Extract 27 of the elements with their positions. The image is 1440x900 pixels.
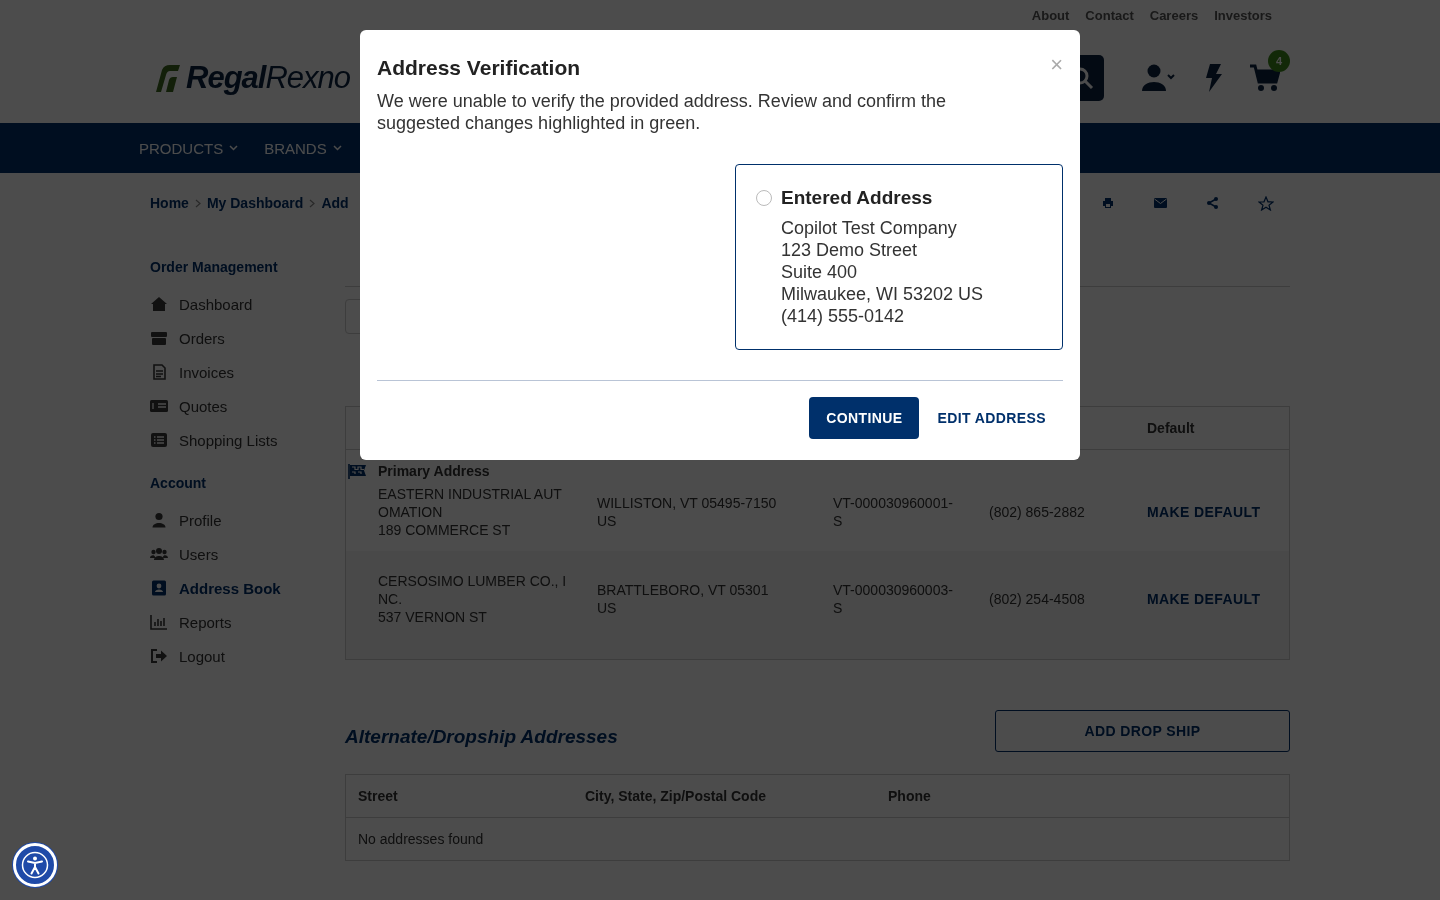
section-title: Alternate/Dropship Addresses: [345, 726, 618, 748]
phone-cell: (802) 865-2882: [989, 503, 1085, 520]
group-label: Primary Address: [378, 462, 490, 480]
close-button[interactable]: ×: [1050, 54, 1063, 76]
logo-text: RegalRexno: [186, 59, 351, 96]
city-cell: WILLISTON, VT 05495-7150 US: [597, 494, 777, 529]
city-cell: BRATTLEBORO, VT 05301 US: [597, 582, 769, 616]
edit-address-link[interactable]: EDIT ADDRESS: [937, 397, 1046, 439]
address-text: Copilot Test Company 123 Demo Street Suite 400 Milwaukee, WI 53202 US (414) 555-0142: [781, 217, 985, 327]
sidebar-heading: Order Management: [150, 259, 279, 275]
account-number-cell: VT-000030960001- S: [833, 494, 953, 529]
make-default-link[interactable]: MAKE DEFAULT: [1147, 503, 1261, 520]
address-option-card[interactable]: Entered Address Copilot Test Company 123 Demo Street Suite 400 Milwaukee, WI 53202 US (414) 555-0142: [735, 164, 1063, 350]
breadcrumb-link[interactable]: Add: [321, 195, 349, 211]
breadcrumb-link[interactable]: My Dashboard: [206, 195, 304, 211]
street-cell: EASTERN INDUSTRIAL AUT OMATION 189 COMMERCE ST: [378, 485, 562, 538]
make-default-link[interactable]: MAKE DEFAULT: [1147, 591, 1261, 607]
accessibility-icon: [21, 851, 49, 879]
continue-button[interactable]: CONTINUE: [809, 397, 920, 439]
sidebar-heading: Account: [150, 475, 207, 491]
option-title: Entered Address: [781, 187, 934, 209]
phone-cell: (802) 254-4508: [989, 591, 1085, 607]
empty-message: No addresses found: [358, 831, 484, 847]
dialog-title: Address Verification: [377, 56, 581, 80]
dialog-message: We were unable to verify the provided address. Review and confirm the suggested changes highlighted in green.: [377, 90, 947, 134]
account-number-cell: VT-000030960003- S: [833, 582, 953, 616]
breadcrumb-link[interactable]: Home: [150, 195, 189, 211]
